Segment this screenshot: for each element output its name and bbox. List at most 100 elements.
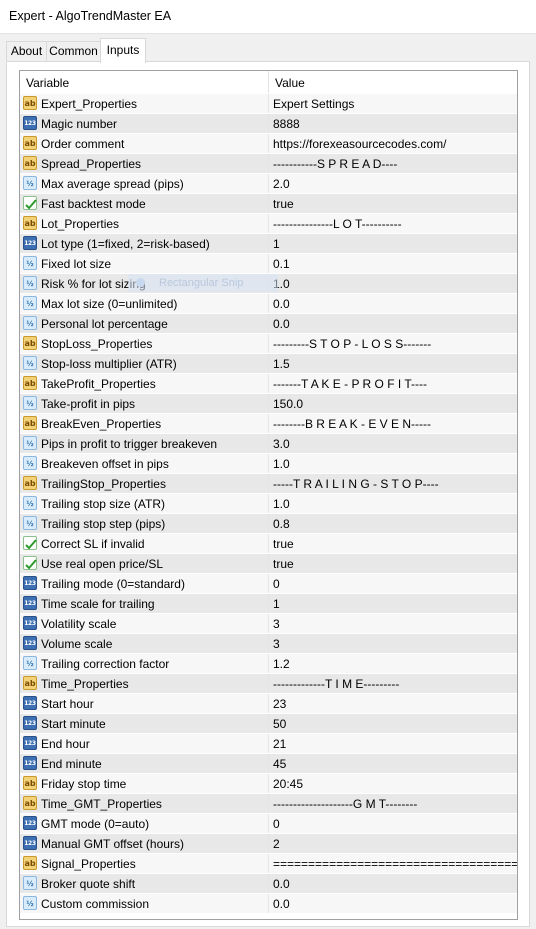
value-cell[interactable]: https://forexeasourcecodes.com/ (269, 134, 517, 153)
variable-cell[interactable]: 123 End hour (20, 734, 269, 753)
table-row[interactable]: ab BreakEven_Properties --------B R E A K … (20, 413, 517, 433)
value-text[interactable]: 3.0 (273, 437, 290, 451)
value-cell[interactable]: 0.0 (269, 294, 517, 313)
value-cell[interactable]: ---------------L O T---------- (269, 214, 517, 233)
table-row[interactable]: ½ Stop-loss multiplier (ATR) 1.5 (20, 353, 517, 373)
variable-cell[interactable]: Use real open price/SL (20, 554, 269, 573)
table-row[interactable]: ½ Pips in profit to trigger breakeven 3.0 (20, 433, 517, 453)
value-text[interactable]: ====================================== (273, 857, 517, 871)
variable-cell[interactable]: ab Spread_Properties (20, 154, 269, 173)
value-text[interactable]: 50 (273, 717, 286, 731)
value-cell[interactable]: 23 (269, 694, 517, 713)
table-row[interactable]: ab Expert_Properties Expert Settings (20, 93, 517, 113)
table-row[interactable]: Use real open price/SL true (20, 553, 517, 573)
value-cell[interactable]: -------------T I M E--------- (269, 674, 517, 693)
variable-cell[interactable]: 123 Manual GMT offset (hours) (20, 834, 269, 853)
table-row[interactable]: 123 Manual GMT offset (hours) 2 (20, 833, 517, 853)
table-row[interactable]: ab Time_GMT_Properties -------------------… (20, 793, 517, 813)
value-cell[interactable]: 1.2 (269, 654, 517, 673)
value-cell[interactable]: 21 (269, 734, 517, 753)
value-text[interactable]: --------------------G M T-------- (273, 797, 417, 811)
table-row[interactable]: 123 End minute 45 (20, 753, 517, 773)
value-text[interactable]: 23 (273, 697, 286, 711)
value-cell[interactable]: 1 (269, 234, 517, 253)
variable-cell[interactable]: ½ Custom commission (20, 894, 269, 913)
value-text[interactable]: ---------S T O P - L O S S------- (273, 337, 431, 351)
value-cell[interactable]: 3 (269, 634, 517, 653)
table-row[interactable]: 123 Trailing mode (0=standard) 0 (20, 573, 517, 593)
table-row[interactable]: ½ Custom commission 0.0 (20, 893, 517, 913)
variable-cell[interactable]: ½ Stop-loss multiplier (ATR) (20, 354, 269, 373)
value-cell[interactable]: 0 (269, 814, 517, 833)
table-row[interactable]: ab Time_Properties -------------T I M E---… (20, 673, 517, 693)
value-text[interactable]: 150.0 (273, 397, 303, 411)
table-row[interactable]: ab Spread_Properties -----------S P R E A … (20, 153, 517, 173)
value-text[interactable]: 8888 (273, 117, 300, 131)
variable-cell[interactable]: ½ Trailing stop step (pips) (20, 514, 269, 533)
header-value[interactable]: Value (269, 71, 517, 93)
table-row[interactable]: Fast backtest mode true (20, 193, 517, 213)
value-cell[interactable]: 50 (269, 714, 517, 733)
value-text[interactable]: 0.8 (273, 517, 290, 531)
table-row[interactable]: 123 Start hour 23 (20, 693, 517, 713)
table-row[interactable]: ab TrailingStop_Properties -----T R A I L … (20, 473, 517, 493)
variable-cell[interactable]: ab Signal_Properties (20, 854, 269, 873)
value-cell[interactable]: 1.0 (269, 454, 517, 473)
value-cell[interactable]: 3 (269, 614, 517, 633)
value-cell[interactable]: 0.0 (269, 874, 517, 893)
variable-cell[interactable]: 123 Magic number (20, 114, 269, 133)
value-cell[interactable]: 0 (269, 574, 517, 593)
value-cell[interactable]: true (269, 534, 517, 553)
table-row[interactable]: ½ Fixed lot size 0.1 (20, 253, 517, 273)
variable-cell[interactable]: Correct SL if invalid (20, 534, 269, 553)
value-cell[interactable]: 0.8 (269, 514, 517, 533)
value-cell[interactable]: --------B R E A K - E V E N----- (269, 414, 517, 433)
variable-cell[interactable]: 123 Volatility scale (20, 614, 269, 633)
variable-cell[interactable]: 123 GMT mode (0=auto) (20, 814, 269, 833)
value-text[interactable]: 21 (273, 737, 286, 751)
variable-cell[interactable]: ab BreakEven_Properties (20, 414, 269, 433)
value-text[interactable]: true (273, 537, 294, 551)
variable-cell[interactable]: 123 Time scale for trailing (20, 594, 269, 613)
variable-cell[interactable]: 123 Volume scale (20, 634, 269, 653)
variable-cell[interactable]: ½ Trailing correction factor (20, 654, 269, 673)
variable-cell[interactable]: ½ Max average spread (pips) (20, 174, 269, 193)
value-text[interactable]: 1.0 (273, 497, 290, 511)
value-cell[interactable]: 20:45 (269, 774, 517, 793)
variable-cell[interactable]: 123 Start minute (20, 714, 269, 733)
tab-common[interactable]: Common (46, 41, 101, 62)
variable-cell[interactable]: ½ Max lot size (0=unlimited) (20, 294, 269, 313)
value-text[interactable]: 2.0 (273, 177, 290, 191)
table-row[interactable]: ½ Breakeven offset in pips 1.0 (20, 453, 517, 473)
value-cell[interactable]: 45 (269, 754, 517, 773)
table-row[interactable]: ½ Trailing correction factor 1.2 (20, 653, 517, 673)
value-cell[interactable]: -----T R A I L I N G - S T O P---- (269, 474, 517, 493)
value-cell[interactable]: 0.1 (269, 254, 517, 273)
variable-cell[interactable]: ab Order comment (20, 134, 269, 153)
variable-cell[interactable]: ½ Breakeven offset in pips (20, 454, 269, 473)
value-text[interactable]: 0.0 (273, 897, 290, 911)
table-row[interactable]: ab TakeProfit_Properties -------T A K E - … (20, 373, 517, 393)
value-text[interactable]: 1.2 (273, 657, 290, 671)
table-row[interactable]: ½ Personal lot percentage 0.0 (20, 313, 517, 333)
variable-cell[interactable]: ab Time_GMT_Properties (20, 794, 269, 813)
variable-cell[interactable]: 123 End minute (20, 754, 269, 773)
variable-cell[interactable]: ab Expert_Properties (20, 94, 269, 113)
value-text[interactable]: 0 (273, 817, 280, 831)
value-cell[interactable]: 2 (269, 834, 517, 853)
table-row[interactable]: ab Order comment https://forexeasourcecode… (20, 133, 517, 153)
table-row[interactable]: ab Lot_Properties ---------------L O T----… (20, 213, 517, 233)
value-cell[interactable]: true (269, 554, 517, 573)
value-cell[interactable]: true (269, 194, 517, 213)
tab-about[interactable]: About (6, 41, 47, 62)
value-cell[interactable]: Expert Settings (269, 94, 517, 113)
value-text[interactable]: 1.5 (273, 357, 290, 371)
value-text[interactable]: 0.0 (273, 297, 290, 311)
value-text[interactable]: true (273, 197, 294, 211)
variable-cell[interactable]: ab Time_Properties (20, 674, 269, 693)
table-row[interactable]: ½ Max lot size (0=unlimited) 0.0 (20, 293, 517, 313)
variable-cell[interactable]: ½ Personal lot percentage (20, 314, 269, 333)
table-row[interactable]: 123 Volume scale 3 (20, 633, 517, 653)
value-text[interactable]: -------------T I M E--------- (273, 677, 399, 691)
table-row[interactable]: 123 GMT mode (0=auto) 0 (20, 813, 517, 833)
